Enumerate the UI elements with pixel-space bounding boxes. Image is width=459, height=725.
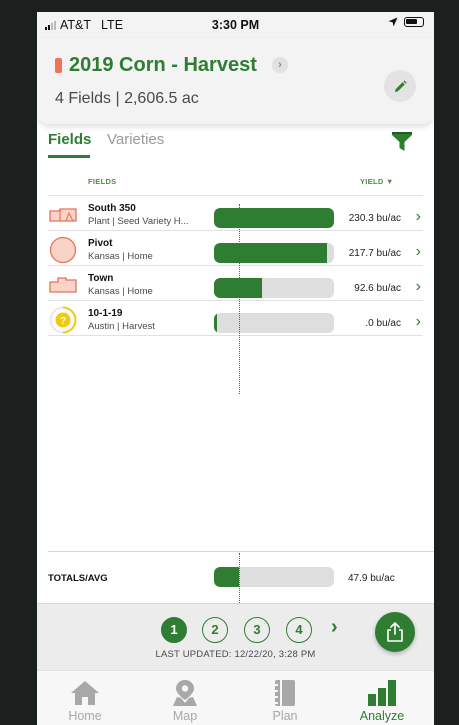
chevron-right-icon[interactable]: ›: [416, 243, 421, 261]
chevron-right-icon[interactable]: ›: [416, 313, 421, 331]
column-header-fields: FIELDS: [88, 177, 117, 186]
field-shape-icon: [48, 201, 78, 229]
status-time: 3:30 PM: [211, 18, 260, 32]
yield-bar-fill: [214, 313, 217, 333]
bottom-navigation: Home Map Plan Analyze: [37, 670, 434, 725]
field-details: Austin | Harvest: [88, 321, 155, 332]
status-bar: AT&T LTE 3:30 PM: [37, 12, 434, 38]
page-button-4[interactable]: 4: [286, 617, 312, 643]
notebook-icon: [245, 679, 325, 707]
season-summary: 4 Fields | 2,606.5 ac: [55, 90, 199, 107]
chevron-right-icon[interactable]: ›: [416, 208, 421, 226]
nav-map[interactable]: Map: [145, 679, 225, 723]
field-name: Pivot: [88, 238, 113, 249]
totals-bar: [214, 567, 334, 587]
yield-value: .0 bu/ac: [365, 318, 401, 329]
yield-bar-fill: [214, 243, 328, 263]
last-updated: LAST UPDATED: 12/22/20, 3:28 PM: [155, 649, 316, 660]
column-header-yield[interactable]: YIELD ▼: [360, 177, 394, 186]
page-footer: 1 2 3 4 › LAST UPDATED: 12/22/20, 3:28 P…: [37, 603, 434, 670]
totals-value: 47.9 bu/ac: [348, 573, 395, 584]
table-row[interactable]: ? 10-1-19 Austin | Harvest .0 bu/ac ›: [48, 301, 423, 336]
nav-label: Analyze: [359, 709, 405, 723]
totals-bar-fill: [214, 567, 239, 587]
nav-label: Home: [68, 709, 102, 723]
page-button-3[interactable]: 3: [244, 617, 270, 643]
battery-icon: [404, 17, 424, 27]
field-details: Kansas | Home: [88, 251, 153, 262]
pencil-icon: [394, 79, 407, 92]
app-screen: AT&T LTE 3:30 PM 2019 Corn - Harvest › 4…: [37, 12, 434, 725]
nav-home[interactable]: Home: [45, 679, 125, 723]
tab-fields[interactable]: Fields: [48, 131, 91, 148]
field-name: Town: [88, 273, 114, 284]
nav-plan[interactable]: Plan: [245, 679, 325, 723]
season-title[interactable]: 2019 Corn - Harvest: [69, 54, 257, 77]
table-row[interactable]: Town Kansas | Home 92.6 bu/ac ›: [48, 266, 423, 301]
table-row[interactable]: South 350 Plant | Seed Variety H... 230.…: [48, 196, 423, 231]
active-tab-indicator: [48, 155, 90, 158]
field-name: 10-1-19: [88, 308, 123, 319]
svg-text:?: ?: [60, 316, 66, 327]
page-button-2[interactable]: 2: [202, 617, 228, 643]
filter-button[interactable]: [390, 129, 414, 153]
table-row[interactable]: Pivot Kansas | Home 217.7 bu/ac ›: [48, 231, 423, 266]
yield-bar: [214, 208, 334, 228]
filter-funnel-icon: [392, 132, 412, 151]
location-arrow-icon: [388, 17, 398, 27]
field-name: South 350: [88, 203, 136, 214]
unknown-field-icon: ?: [48, 306, 78, 334]
yield-bar-fill: [214, 208, 334, 228]
chevron-right-icon[interactable]: ›: [416, 278, 421, 296]
home-icon: [45, 679, 125, 707]
yield-bar: [214, 313, 334, 333]
bar-chart-icon: [342, 679, 422, 707]
nav-analyze[interactable]: Analyze: [342, 679, 422, 723]
chevron-right-icon[interactable]: ›: [272, 57, 288, 73]
totals-divider: [48, 551, 434, 552]
next-page-button[interactable]: ›: [331, 616, 338, 639]
field-details: Plant | Seed Variety H...: [88, 216, 189, 227]
town-field-icon: [48, 271, 78, 299]
season-color-marker: [55, 58, 62, 73]
share-button[interactable]: [375, 612, 415, 652]
pivot-circle-icon: [48, 236, 78, 264]
edit-button[interactable]: [384, 70, 416, 102]
yield-value: 230.3 bu/ac: [348, 213, 401, 224]
yield-bar: [214, 278, 334, 298]
status-right: [388, 17, 424, 27]
field-details: Kansas | Home: [88, 286, 153, 297]
average-yield-line: [239, 204, 240, 394]
nav-label: Map: [172, 709, 198, 723]
share-icon: [387, 622, 403, 642]
totals-label: TOTALS/AVG: [48, 573, 108, 584]
yield-bar: [214, 243, 334, 263]
map-pin-icon: [145, 679, 225, 707]
yield-value: 92.6 bu/ac: [354, 283, 401, 294]
yield-value: 217.7 bu/ac: [348, 248, 401, 259]
average-yield-line: [239, 553, 240, 605]
season-header: 2019 Corn - Harvest › 4 Fields | 2,606.5…: [37, 38, 434, 124]
tab-varieties[interactable]: Varieties: [107, 131, 164, 148]
page-button-1[interactable]: 1: [161, 617, 187, 643]
nav-label: Plan: [272, 709, 298, 723]
